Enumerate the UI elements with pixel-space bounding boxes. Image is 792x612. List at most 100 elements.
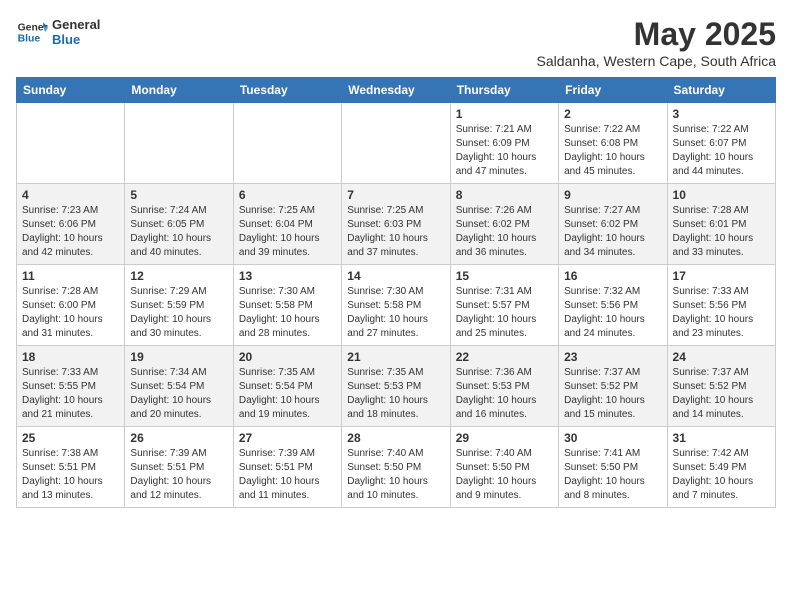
- day-cell: 14Sunrise: 7:30 AM Sunset: 5:58 PM Dayli…: [342, 265, 450, 346]
- week-row-4: 18Sunrise: 7:33 AM Sunset: 5:55 PM Dayli…: [17, 346, 776, 427]
- day-cell: 5 Sunrise: 7:24 AM Sunset: 6:05 PM Daylig…: [125, 184, 233, 265]
- day-number: 23: [564, 350, 661, 364]
- day-cell: 3 Sunrise: 7:22 AM Sunset: 6:07 PM Daylig…: [667, 103, 775, 184]
- day-cell: 20 Sunrise: 7:35 AM Sunset: 5:54 PM Dayli…: [233, 346, 341, 427]
- weekday-header-thursday: Thursday: [450, 78, 558, 103]
- day-info: Sunrise: 7:28 AM Sunset: 6:00 PM Dayligh…: [22, 285, 119, 341]
- day-info: Sunrise: 7:22 AM Sunset: 6:08 PM Dayligh…: [564, 123, 661, 179]
- day-info: Sunrise: 7:37 AM Sunset: 5:52 PM Dayligh…: [564, 366, 661, 422]
- day-number: 30: [564, 431, 661, 445]
- day-info: Sunrise: 7:25 AM Sunset: 6:03 PM Dayligh…: [347, 204, 444, 260]
- day-number: 13: [239, 269, 336, 283]
- day-number: 5: [130, 188, 227, 202]
- day-cell: 11Sunrise: 7:28 AM Sunset: 6:00 PM Dayli…: [17, 265, 125, 346]
- day-number: 8: [456, 188, 553, 202]
- day-number: 14: [347, 269, 444, 283]
- week-row-2: 4 Sunrise: 7:23 AM Sunset: 6:06 PM Daylig…: [17, 184, 776, 265]
- day-info: Sunrise: 7:27 AM Sunset: 6:02 PM Dayligh…: [564, 204, 661, 260]
- day-number: 22: [456, 350, 553, 364]
- day-number: 9: [564, 188, 661, 202]
- day-cell: 24 Sunrise: 7:37 AM Sunset: 5:52 PM Dayli…: [667, 346, 775, 427]
- day-number: 10: [673, 188, 770, 202]
- logo-general: General: [52, 17, 100, 32]
- weekday-header-monday: Monday: [125, 78, 233, 103]
- weekday-header-tuesday: Tuesday: [233, 78, 341, 103]
- weekday-header-sunday: Sunday: [17, 78, 125, 103]
- day-cell: 4 Sunrise: 7:23 AM Sunset: 6:06 PM Daylig…: [17, 184, 125, 265]
- day-cell: [342, 103, 450, 184]
- day-number: 28: [347, 431, 444, 445]
- day-info: Sunrise: 7:32 AM Sunset: 5:56 PM Dayligh…: [564, 285, 661, 341]
- weekday-header-saturday: Saturday: [667, 78, 775, 103]
- day-cell: [233, 103, 341, 184]
- calendar-body: 1 Sunrise: 7:21 AM Sunset: 6:09 PM Daylig…: [17, 103, 776, 508]
- day-cell: 8 Sunrise: 7:26 AM Sunset: 6:02 PM Daylig…: [450, 184, 558, 265]
- day-cell: 21 Sunrise: 7:35 AM Sunset: 5:53 PM Dayli…: [342, 346, 450, 427]
- day-cell: [125, 103, 233, 184]
- day-cell: 18Sunrise: 7:33 AM Sunset: 5:55 PM Dayli…: [17, 346, 125, 427]
- day-info: Sunrise: 7:39 AM Sunset: 5:51 PM Dayligh…: [130, 447, 227, 503]
- day-number: 3: [673, 107, 770, 121]
- day-number: 21: [347, 350, 444, 364]
- day-info: Sunrise: 7:42 AM Sunset: 5:49 PM Dayligh…: [673, 447, 770, 503]
- day-cell: 22 Sunrise: 7:36 AM Sunset: 5:53 PM Dayli…: [450, 346, 558, 427]
- day-number: 20: [239, 350, 336, 364]
- day-info: Sunrise: 7:24 AM Sunset: 6:05 PM Dayligh…: [130, 204, 227, 260]
- day-cell: 9 Sunrise: 7:27 AM Sunset: 6:02 PM Daylig…: [559, 184, 667, 265]
- day-info: Sunrise: 7:36 AM Sunset: 5:53 PM Dayligh…: [456, 366, 553, 422]
- day-info: Sunrise: 7:41 AM Sunset: 5:50 PM Dayligh…: [564, 447, 661, 503]
- title-area: May 2025 Saldanha, Western Cape, South A…: [537, 16, 776, 69]
- day-info: Sunrise: 7:40 AM Sunset: 5:50 PM Dayligh…: [347, 447, 444, 503]
- day-cell: 30 Sunrise: 7:41 AM Sunset: 5:50 PM Dayli…: [559, 427, 667, 508]
- day-number: 15: [456, 269, 553, 283]
- day-number: 1: [456, 107, 553, 121]
- day-info: Sunrise: 7:31 AM Sunset: 5:57 PM Dayligh…: [456, 285, 553, 341]
- day-cell: 6Sunrise: 7:25 AM Sunset: 6:04 PM Daylig…: [233, 184, 341, 265]
- day-cell: 2 Sunrise: 7:22 AM Sunset: 6:08 PM Daylig…: [559, 103, 667, 184]
- day-info: Sunrise: 7:35 AM Sunset: 5:54 PM Dayligh…: [239, 366, 336, 422]
- logo: General Blue General Blue: [16, 16, 100, 48]
- day-info: Sunrise: 7:21 AM Sunset: 6:09 PM Dayligh…: [456, 123, 553, 179]
- day-number: 2: [564, 107, 661, 121]
- day-number: 24: [673, 350, 770, 364]
- day-info: Sunrise: 7:30 AM Sunset: 5:58 PM Dayligh…: [239, 285, 336, 341]
- day-info: Sunrise: 7:29 AM Sunset: 5:59 PM Dayligh…: [130, 285, 227, 341]
- day-number: 7: [347, 188, 444, 202]
- day-info: Sunrise: 7:35 AM Sunset: 5:53 PM Dayligh…: [347, 366, 444, 422]
- day-cell: 15 Sunrise: 7:31 AM Sunset: 5:57 PM Dayli…: [450, 265, 558, 346]
- day-info: Sunrise: 7:33 AM Sunset: 5:55 PM Dayligh…: [22, 366, 119, 422]
- day-cell: 10Sunrise: 7:28 AM Sunset: 6:01 PM Dayli…: [667, 184, 775, 265]
- day-cell: 13 Sunrise: 7:30 AM Sunset: 5:58 PM Dayli…: [233, 265, 341, 346]
- day-cell: 12 Sunrise: 7:29 AM Sunset: 5:59 PM Dayli…: [125, 265, 233, 346]
- day-number: 17: [673, 269, 770, 283]
- day-cell: 28 Sunrise: 7:40 AM Sunset: 5:50 PM Dayli…: [342, 427, 450, 508]
- day-info: Sunrise: 7:26 AM Sunset: 6:02 PM Dayligh…: [456, 204, 553, 260]
- weekday-header-row: SundayMondayTuesdayWednesdayThursdayFrid…: [17, 78, 776, 103]
- day-cell: 7 Sunrise: 7:25 AM Sunset: 6:03 PM Daylig…: [342, 184, 450, 265]
- week-row-1: 1 Sunrise: 7:21 AM Sunset: 6:09 PM Daylig…: [17, 103, 776, 184]
- header: General Blue General Blue May 2025 Salda…: [16, 16, 776, 69]
- day-number: 6: [239, 188, 336, 202]
- calendar-table: SundayMondayTuesdayWednesdayThursdayFrid…: [16, 77, 776, 508]
- month-year: May 2025: [537, 16, 776, 53]
- day-number: 27: [239, 431, 336, 445]
- day-number: 26: [130, 431, 227, 445]
- day-info: Sunrise: 7:37 AM Sunset: 5:52 PM Dayligh…: [673, 366, 770, 422]
- location: Saldanha, Western Cape, South Africa: [537, 53, 776, 69]
- day-number: 19: [130, 350, 227, 364]
- day-number: 25: [22, 431, 119, 445]
- day-info: Sunrise: 7:23 AM Sunset: 6:06 PM Dayligh…: [22, 204, 119, 260]
- day-info: Sunrise: 7:34 AM Sunset: 5:54 PM Dayligh…: [130, 366, 227, 422]
- day-info: Sunrise: 7:33 AM Sunset: 5:56 PM Dayligh…: [673, 285, 770, 341]
- day-number: 29: [456, 431, 553, 445]
- day-info: Sunrise: 7:22 AM Sunset: 6:07 PM Dayligh…: [673, 123, 770, 179]
- day-number: 4: [22, 188, 119, 202]
- week-row-3: 11Sunrise: 7:28 AM Sunset: 6:00 PM Dayli…: [17, 265, 776, 346]
- day-cell: 1 Sunrise: 7:21 AM Sunset: 6:09 PM Daylig…: [450, 103, 558, 184]
- day-cell: 19 Sunrise: 7:34 AM Sunset: 5:54 PM Dayli…: [125, 346, 233, 427]
- day-cell: [17, 103, 125, 184]
- day-number: 12: [130, 269, 227, 283]
- day-number: 16: [564, 269, 661, 283]
- day-number: 31: [673, 431, 770, 445]
- day-cell: 17 Sunrise: 7:33 AM Sunset: 5:56 PM Dayli…: [667, 265, 775, 346]
